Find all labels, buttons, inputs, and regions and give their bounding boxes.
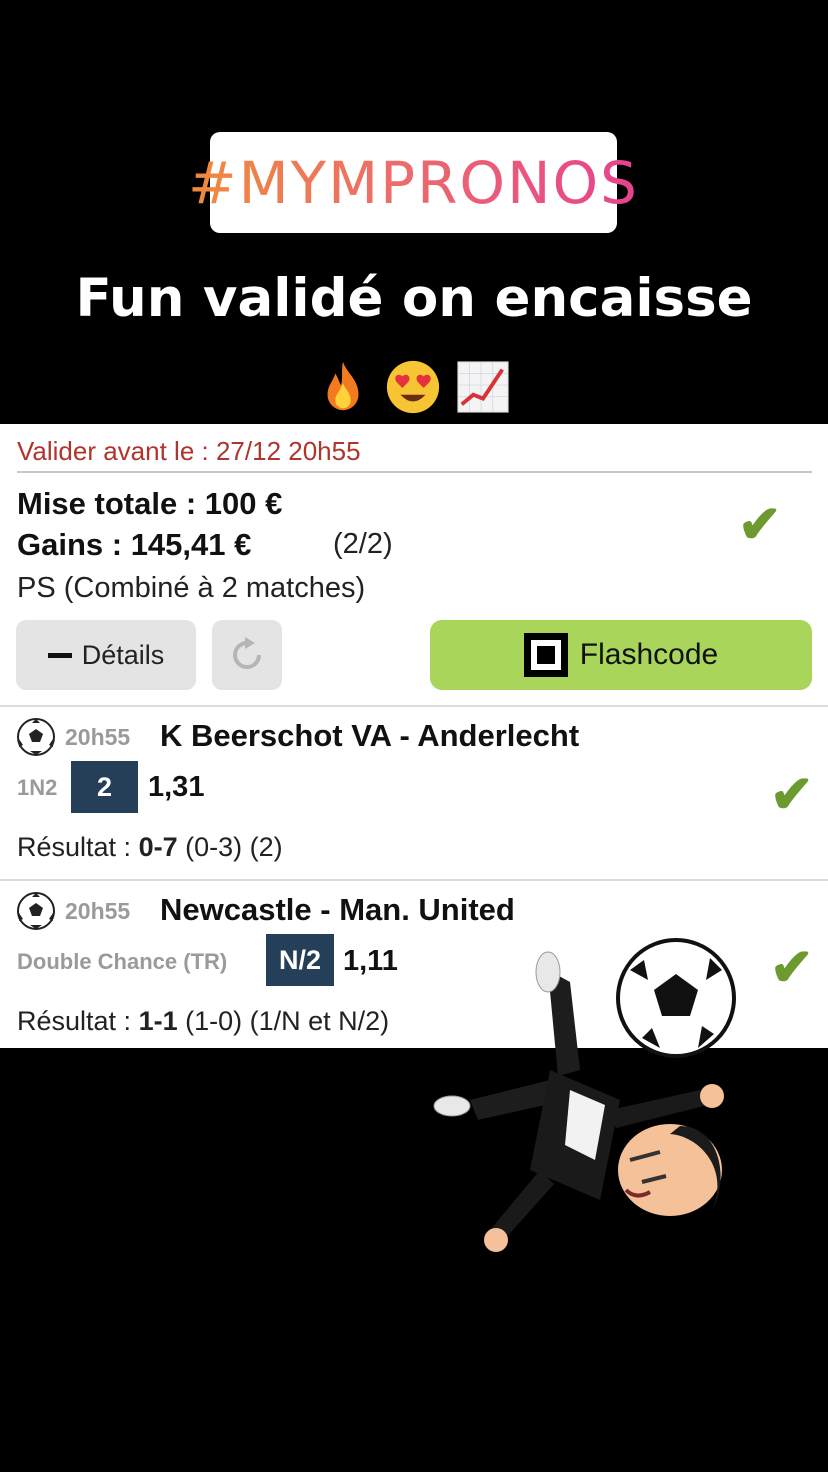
soccer-ball-icon bbox=[17, 892, 55, 930]
refresh-button[interactable] bbox=[212, 620, 282, 690]
refresh-icon bbox=[233, 637, 261, 669]
result-detail: (0-3) (2) bbox=[177, 832, 283, 862]
hashtag-sticker[interactable]: #MYMPRONOS bbox=[188, 132, 637, 233]
details-button[interactable]: Détails bbox=[16, 620, 196, 690]
flashcode-label: Flashcode bbox=[579, 638, 719, 671]
bet-won-check-icon: ✔ bbox=[738, 496, 782, 554]
emoji-row bbox=[290, 348, 535, 426]
heart-eyes-emoji bbox=[386, 360, 439, 414]
soccer-ball-icon bbox=[17, 718, 55, 756]
details-label: Détails bbox=[81, 639, 165, 670]
pick-badge: 2 bbox=[71, 761, 138, 813]
fire-emoji bbox=[327, 361, 358, 411]
match-time: 20h55 bbox=[65, 898, 131, 924]
chart-increasing-emoji bbox=[456, 361, 509, 413]
match-won-check-icon: ✔ bbox=[770, 939, 814, 997]
match-result: Résultat : 1-1 (1-0) (1/N et N/2) bbox=[17, 1006, 389, 1037]
match-teams: Newcastle - Man. United bbox=[160, 892, 515, 927]
bet-type: PS (Combiné à 2 matches) bbox=[17, 572, 366, 604]
section-divider bbox=[0, 879, 828, 881]
final-score: 0-7 bbox=[138, 832, 178, 862]
market-label: 1N2 bbox=[17, 775, 58, 800]
gains: Gains : 145,41 € bbox=[17, 527, 252, 562]
result-label: Résultat : bbox=[17, 1006, 139, 1036]
section-divider bbox=[0, 705, 828, 707]
odds-value: 1,11 bbox=[343, 945, 398, 977]
result-detail: (1-0) (1/N et N/2) bbox=[177, 1006, 390, 1036]
result-label: Résultat : bbox=[17, 832, 139, 862]
total-stake: Mise totale : 100 € bbox=[17, 486, 283, 521]
bicycle-kick-sticker[interactable] bbox=[430, 930, 760, 1260]
match-result: Résultat : 0-7 (0-3) (2) bbox=[17, 832, 283, 863]
minus-icon bbox=[47, 652, 72, 658]
market-label: Double Chance (TR) bbox=[17, 949, 228, 974]
qr-code-icon bbox=[523, 633, 568, 677]
match-won-check-icon: ✔ bbox=[770, 766, 814, 824]
match-time: 20h55 bbox=[65, 724, 131, 750]
story-caption: Fun validé on encaisse bbox=[75, 268, 753, 329]
odds-value: 1,31 bbox=[148, 771, 205, 803]
match-teams: K Beerschot VA - Anderlecht bbox=[160, 718, 580, 753]
deadline-text: Valider avant le : 27/12 20h55 bbox=[17, 436, 361, 466]
header-divider bbox=[17, 471, 812, 473]
flashcode-button[interactable]: Flashcode bbox=[430, 620, 812, 690]
hashtag-text: #MYMPRONOS bbox=[188, 148, 639, 217]
final-score: 1-1 bbox=[138, 1006, 178, 1036]
matches-won-count: (2/2) bbox=[333, 528, 393, 560]
pick-badge: N/2 bbox=[266, 934, 334, 986]
